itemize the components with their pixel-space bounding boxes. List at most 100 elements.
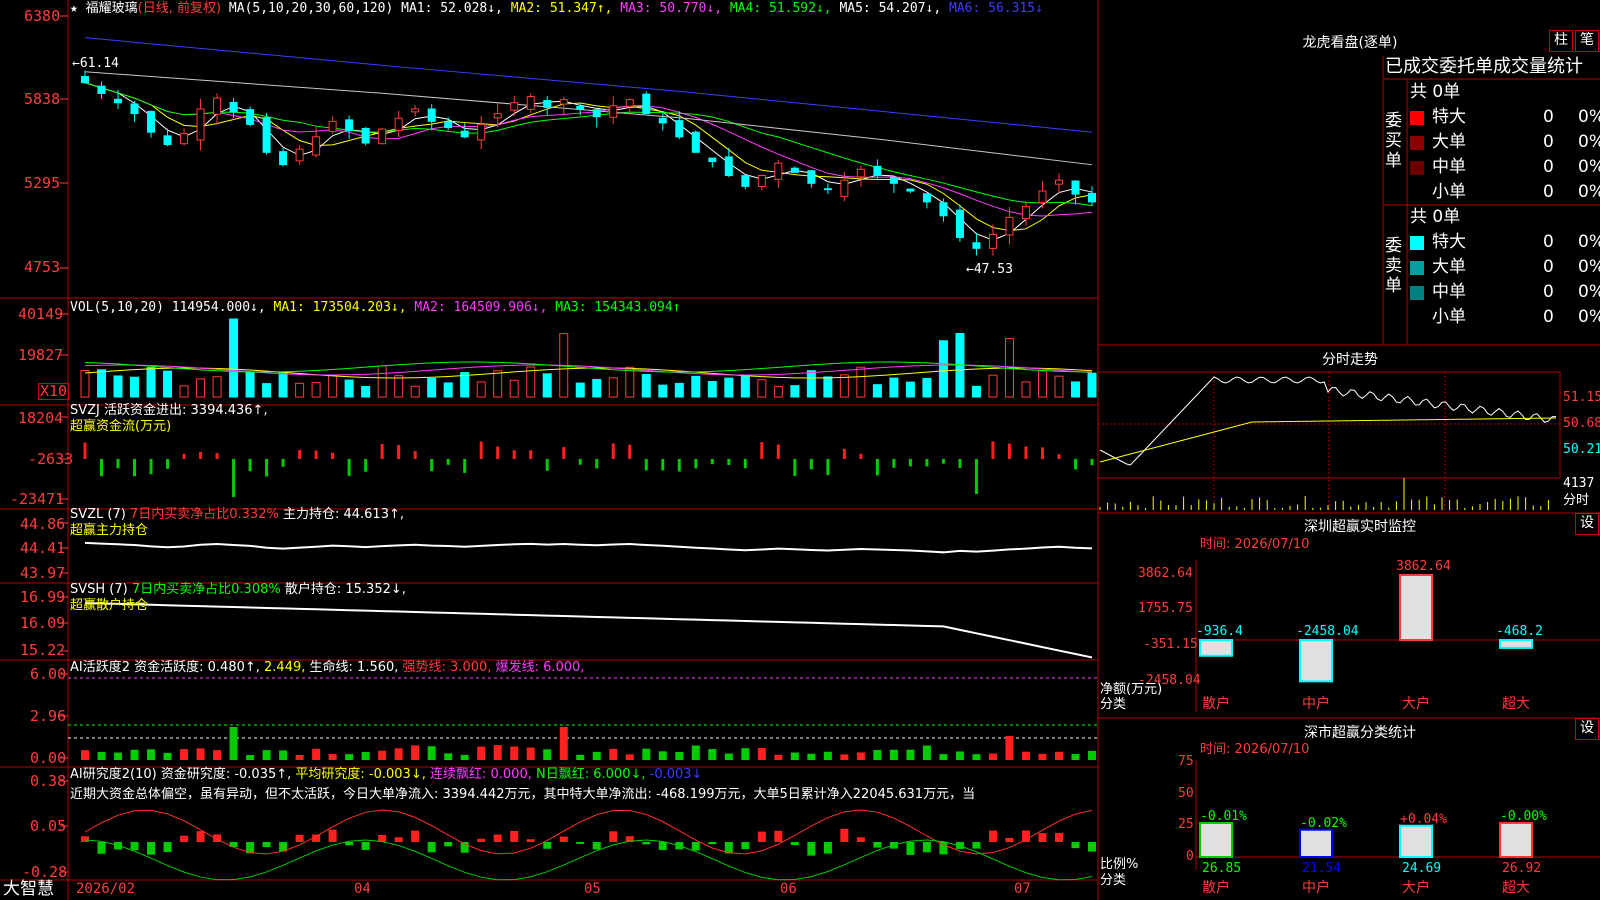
- candle-body-56: [1005, 216, 1014, 236]
- ai-bar-49: [889, 749, 898, 760]
- candle-body-55: [988, 233, 997, 249]
- stats-y-2: 25: [1178, 817, 1194, 832]
- ai-bar-24: [477, 746, 486, 760]
- monitor-value-3: -468.2: [1496, 624, 1543, 639]
- monitor-y-1: 1755.75: [1138, 601, 1193, 616]
- ai-bar-10: [246, 754, 255, 760]
- stats-settings-button[interactable]: 设: [1575, 718, 1599, 740]
- ai-bar-41: [757, 747, 766, 760]
- ma-line-6: [84, 37, 1093, 133]
- ai-bar-50: [906, 749, 915, 760]
- axis-svsh-1: 16.09: [20, 614, 66, 632]
- candle-body-47: [856, 168, 865, 178]
- candle-body-4: [147, 110, 156, 133]
- flow-bar-11: [265, 459, 269, 477]
- research-text: 近期大资金总体偏空，虽有异动，但不太活跃，今日大单净流入: 3394.442万元…: [70, 787, 976, 802]
- svsh-hold: 散户持仓: 15.352↓,: [284, 582, 406, 597]
- ai-bar-22: [444, 753, 453, 760]
- vol-bar-41: [757, 379, 767, 398]
- axis-vol-1: 19827: [18, 346, 64, 364]
- longhu-title: 龙虎看盘(逐单): [1302, 35, 1398, 51]
- monitor-settings-button[interactable]: 设: [1575, 513, 1599, 535]
- candle-body-22: [444, 121, 453, 129]
- research-nred: N日飘红: 6.000↓,: [536, 767, 646, 782]
- flow-bar-2: [116, 459, 120, 469]
- date-label-4: 07: [1014, 881, 1031, 897]
- tick-mode-button[interactable]: 笔: [1575, 30, 1599, 52]
- candle-body-28: [543, 100, 552, 108]
- research-bar-55: [988, 830, 997, 842]
- research-bar-59: [1054, 832, 1063, 842]
- flow-bar-33: [628, 444, 632, 459]
- flow-bar-35: [661, 459, 665, 471]
- monitor-time: 时间: 2026/07/10: [1200, 537, 1310, 552]
- ai-bar-7: [196, 748, 205, 760]
- favorite-star-icon[interactable]: ★: [70, 1, 78, 16]
- vol-bar-12: [278, 371, 288, 398]
- sell-label: 委卖单: [1385, 236, 1402, 296]
- research-bar-31: [592, 842, 601, 850]
- flow-bar-56: [1007, 443, 1011, 459]
- sell-row-count-1: 0: [1543, 257, 1554, 277]
- flow-bar-50: [908, 459, 912, 467]
- buy-total: 共 0单: [1410, 82, 1461, 102]
- flow-bar-0: [83, 442, 87, 459]
- svzl-hold: 主力持仓: 44.613↑,: [282, 507, 404, 522]
- low-annotation: ←47.53: [966, 262, 1013, 277]
- axis-research-1: 0.05: [30, 817, 67, 835]
- research-bar-50: [906, 842, 915, 855]
- vol-bar-44: [806, 370, 816, 398]
- sell-row-count-3: 0: [1543, 307, 1554, 327]
- flow-bar-5: [166, 459, 170, 469]
- vol-bar-40: [740, 375, 750, 398]
- stats-value-0: 26.85: [1202, 861, 1242, 876]
- ai-bar-16: [345, 754, 354, 760]
- ai-bar-27: [526, 747, 535, 760]
- vol-bar-51: [922, 377, 932, 398]
- flow-bar-46: [842, 448, 846, 459]
- stats-value-2: 24.69: [1402, 861, 1442, 876]
- date-label-0: 2026/02: [76, 881, 136, 897]
- flow-bar-60: [1073, 459, 1077, 470]
- vol-bar-52: [938, 340, 948, 398]
- intraday-price-2: 50.21: [1563, 442, 1600, 457]
- longhu-header: 已成交委托单成交量统计: [1385, 56, 1583, 77]
- candle-body-34: [642, 93, 651, 115]
- ai-bar-19: [394, 748, 403, 760]
- vol-bar-24: [476, 381, 486, 398]
- candle-body-30: [576, 106, 585, 110]
- bar-mode-button[interactable]: 柱: [1549, 30, 1573, 52]
- candle-body-57: [1021, 206, 1030, 220]
- flow-bar-1: [100, 459, 104, 477]
- flow-bar-21: [430, 459, 434, 472]
- stock-name[interactable]: 福耀玻璃: [86, 1, 138, 16]
- buy-row-count-0: 0: [1543, 107, 1554, 127]
- flow-bar-23: [463, 459, 467, 473]
- axis-vol-2: X10: [38, 382, 70, 400]
- vol-bar-9: [229, 318, 239, 398]
- ai-bar-39: [724, 753, 733, 760]
- period-label[interactable]: (日线, 前复权): [138, 1, 221, 16]
- flow-bar-4: [149, 459, 153, 475]
- research-bar-25: [493, 834, 502, 842]
- vol-bar-36: [674, 382, 684, 398]
- axis-svsh-2: 15.22: [20, 641, 66, 659]
- ai-bar-58: [1038, 753, 1047, 760]
- research-bar-13: [295, 834, 304, 842]
- buy-row-pct-1: 0%: [1578, 132, 1600, 152]
- flow-bar-41: [760, 442, 764, 459]
- axis-price-2: 5295: [24, 174, 61, 192]
- vol-bar-21: [427, 377, 437, 398]
- monitor-category-2: 大户: [1402, 696, 1430, 712]
- ai-bar-31: [592, 751, 601, 760]
- vol-bar-45: [823, 376, 833, 398]
- flow-bar-52: [941, 459, 945, 464]
- candle-body-9: [229, 101, 238, 113]
- sell-row-swatch-0: [1410, 236, 1424, 250]
- ai-bar-56: [1005, 736, 1014, 760]
- vol-def: VOL(5,10,20): [70, 300, 164, 315]
- vol-bar-13: [295, 382, 305, 398]
- flow-bar-7: [199, 452, 203, 459]
- ai-bar-61: [1088, 750, 1096, 760]
- axis-ai-2: 0.00: [30, 749, 67, 767]
